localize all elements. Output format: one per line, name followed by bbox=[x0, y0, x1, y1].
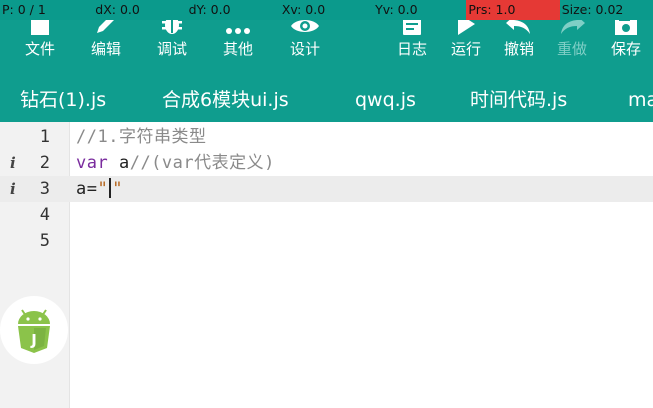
undo-label: 撤销 bbox=[503, 40, 534, 58]
identifier-token: a bbox=[108, 153, 130, 173]
touch-size: Size: 0.02 bbox=[561, 2, 624, 17]
save-label: 保存 bbox=[610, 40, 641, 58]
identifier-token: a= bbox=[76, 179, 98, 199]
redo-label: 重做 bbox=[556, 40, 587, 58]
velocity-x: Xv: 0.0 bbox=[281, 2, 326, 17]
delta-x: dX: 0.0 bbox=[95, 2, 140, 17]
code-line-1[interactable]: 1 //1.字符串类型 bbox=[0, 124, 653, 150]
delta-y: dY: 0.0 bbox=[188, 2, 231, 17]
tab-qwq[interactable]: qwq.js bbox=[355, 80, 416, 122]
file-label: 文件 bbox=[24, 40, 55, 58]
log-label: 日志 bbox=[396, 40, 427, 58]
android-js-icon: J bbox=[18, 309, 50, 353]
pointer-location-bar: P: 0 / 1 dX: 0.0 dY: 0.0 Xv: 0.0 Yv: 0.0… bbox=[0, 0, 653, 20]
tab-ma[interactable]: ma bbox=[628, 80, 653, 122]
comment-token: //(var代表定义) bbox=[129, 153, 275, 173]
other-label: 其他 bbox=[222, 40, 253, 58]
tab-zuanshi[interactable]: 钻石(1).js bbox=[20, 80, 106, 122]
keyword-token: var bbox=[76, 153, 109, 173]
tab-hecheng-ui[interactable]: 合成6模块ui.js bbox=[162, 80, 289, 122]
edit-label: 编辑 bbox=[90, 40, 121, 58]
code-line-3[interactable]: i 3 a=" " bbox=[0, 176, 653, 202]
file-tab-bar: 钻石(1).js 合成6模块ui.js qwq.js 时间代码.js ma bbox=[0, 80, 653, 122]
run-label: 运行 bbox=[450, 40, 481, 58]
badge-letter: J bbox=[30, 331, 37, 349]
debug-label: 调试 bbox=[156, 40, 187, 58]
line-number: 2 bbox=[39, 153, 50, 173]
pressure: Prs: 1.0 bbox=[466, 0, 560, 20]
line-number: 5 bbox=[39, 231, 50, 251]
code-text: a=" " bbox=[76, 176, 123, 202]
pointer-count: P: 0 / 1 bbox=[2, 2, 46, 17]
velocity-y: Yv: 0.0 bbox=[375, 2, 418, 17]
string-quote-open: " bbox=[97, 179, 109, 199]
text-cursor bbox=[109, 178, 112, 198]
line-number: 3 bbox=[39, 179, 50, 199]
code-line-4[interactable]: 4 bbox=[0, 202, 653, 228]
line-number: 4 bbox=[39, 205, 50, 225]
line-number: 1 bbox=[39, 127, 50, 147]
code-text: //1.字符串类型 bbox=[76, 127, 207, 147]
code-line-5[interactable]: 5 bbox=[0, 228, 653, 254]
code-editor[interactable]: 1 //1.字符串类型 i 2 var a//(var代表定义) i 3 a="… bbox=[0, 122, 653, 408]
code-text: var a//(var代表定义) bbox=[76, 150, 275, 176]
design-label: 设计 bbox=[289, 40, 320, 58]
code-line-2[interactable]: i 2 var a//(var代表定义) bbox=[0, 150, 653, 176]
android-js-badge[interactable]: J bbox=[0, 296, 68, 364]
string-quote-close: " bbox=[112, 179, 123, 199]
tab-shijian-daima[interactable]: 时间代码.js bbox=[470, 80, 567, 122]
